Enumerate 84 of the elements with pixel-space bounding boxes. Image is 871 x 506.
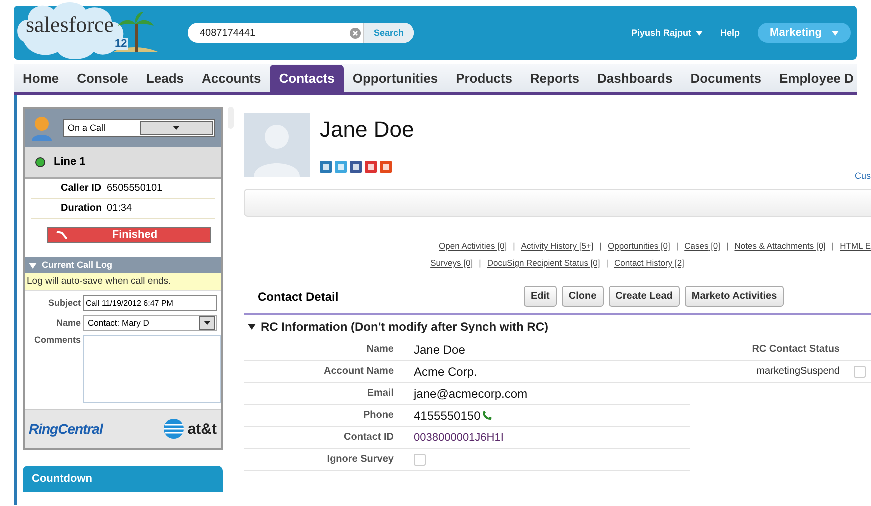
separator: | xyxy=(726,241,729,251)
detail-label: Duration xyxy=(61,203,104,214)
field-label: Phone xyxy=(362,410,395,421)
related-list-link[interactable]: HTML E xyxy=(840,241,871,251)
field-label: Account Name xyxy=(322,366,395,377)
agent-icon xyxy=(31,115,53,141)
action-button[interactable]: Edit xyxy=(524,286,557,307)
action-button[interactable]: Clone xyxy=(562,286,604,307)
related-list-link[interactable]: Activity History [5+] xyxy=(521,241,594,251)
caret-icon xyxy=(832,30,839,36)
field-value: Jane Doe xyxy=(414,342,466,356)
action-button[interactable]: Marketo Activities xyxy=(684,286,784,307)
nav-tab[interactable]: Dashboards xyxy=(588,65,682,92)
field-label: Comments xyxy=(33,335,81,345)
section-heading: RC Information (Don't modify after Synch with RC) xyxy=(261,320,549,334)
partner-logo: at&t xyxy=(162,418,217,440)
field-label: Contact ID xyxy=(343,432,395,443)
nav-tab[interactable]: Products xyxy=(447,65,522,92)
detail-value: 6505550101 xyxy=(107,183,163,194)
expanded-triangle-icon[interactable] xyxy=(248,323,256,331)
contact-name: Jane Doe xyxy=(320,117,414,143)
separator: | xyxy=(606,258,608,268)
clear-icon[interactable] xyxy=(350,28,361,38)
field-value: Acme Corp. xyxy=(414,364,478,378)
social-icon[interactable] xyxy=(380,161,392,173)
field-label: Email xyxy=(366,388,395,399)
version-label: 12 xyxy=(114,38,128,50)
subject-field[interactable]: Call 11/19/2012 6:47 PM xyxy=(83,295,217,311)
social-icon[interactable] xyxy=(350,161,362,173)
finished-button[interactable]: Finished xyxy=(47,227,211,243)
nav-tab[interactable]: Home xyxy=(14,65,68,92)
separator: | xyxy=(832,241,834,251)
field-label: Ignore Survey xyxy=(326,454,395,465)
brand-logo: RingCentral xyxy=(29,421,103,437)
nav-tab[interactable]: Contacts xyxy=(270,65,344,92)
search-field[interactable]: 4087174441 Search xyxy=(188,23,414,43)
phone-icon[interactable] xyxy=(482,410,492,420)
checkbox[interactable] xyxy=(854,366,866,378)
separator: | xyxy=(676,241,679,251)
status-dropdown[interactable]: On a Call xyxy=(63,119,215,137)
separator: | xyxy=(600,241,602,251)
action-button[interactable]: Create Lead xyxy=(608,286,680,307)
caret-icon xyxy=(204,321,210,325)
nav-tab[interactable]: Leads xyxy=(137,65,193,92)
field-label: Name xyxy=(366,344,395,355)
checkbox[interactable] xyxy=(414,454,426,466)
caret-icon xyxy=(173,126,180,130)
avatar-icon xyxy=(244,113,310,177)
related-list-link[interactable]: Surveys [0] xyxy=(430,258,474,268)
social-icon[interactable] xyxy=(365,161,377,173)
nav-tab[interactable]: Employee D xyxy=(770,65,857,92)
name-dropdown[interactable]: Contact: Mary D xyxy=(83,315,217,331)
nav-tab[interactable]: Documents xyxy=(682,65,770,92)
caret-icon xyxy=(696,30,703,36)
section-title: Contact Detail xyxy=(258,290,340,304)
social-icon[interactable] xyxy=(335,161,347,173)
related-list-link[interactable]: Open Activities [0] xyxy=(439,241,508,251)
nav-tab[interactable]: Opportunities xyxy=(344,65,448,92)
auto-save-notice: Log will auto-save when call ends. xyxy=(25,273,221,291)
separator: | xyxy=(513,241,516,251)
comments-field[interactable] xyxy=(83,335,221,403)
social-icon[interactable] xyxy=(320,161,332,173)
field-label: Subject xyxy=(47,298,81,308)
field-label: Name xyxy=(55,318,81,328)
field-value: 0038000001J6H1I xyxy=(414,432,504,444)
line-label: Line 1 xyxy=(54,156,86,168)
related-list-link[interactable]: Opportunities [0] xyxy=(608,241,670,251)
related-list-link[interactable]: Contact History [2] xyxy=(614,258,684,268)
nav-tab[interactable]: Reports xyxy=(521,65,589,92)
field-label: marketingSuspend xyxy=(756,366,840,377)
field-value: 4155550150 xyxy=(414,408,481,422)
nav-tab[interactable]: Console xyxy=(68,65,138,92)
detail-label: Caller ID xyxy=(61,183,103,194)
nav-tab[interactable]: Accounts xyxy=(193,65,270,92)
related-list-link[interactable]: DocuSign Recipient Status [0] xyxy=(487,258,600,268)
related-list-link[interactable]: Cases [0] xyxy=(684,241,721,251)
call-log-title: Current Call Log xyxy=(42,260,113,270)
detail-value: 01:34 xyxy=(107,203,132,214)
related-list-link[interactable]: Notes & Attachments [0] xyxy=(734,241,826,251)
field-value: jane@acmecorp.com xyxy=(414,386,528,400)
customize-link[interactable]: Cus xyxy=(854,171,871,181)
logo-text: salesforce xyxy=(26,12,114,38)
separator: | xyxy=(479,258,482,268)
field-label: RC Contact Status xyxy=(751,344,840,355)
